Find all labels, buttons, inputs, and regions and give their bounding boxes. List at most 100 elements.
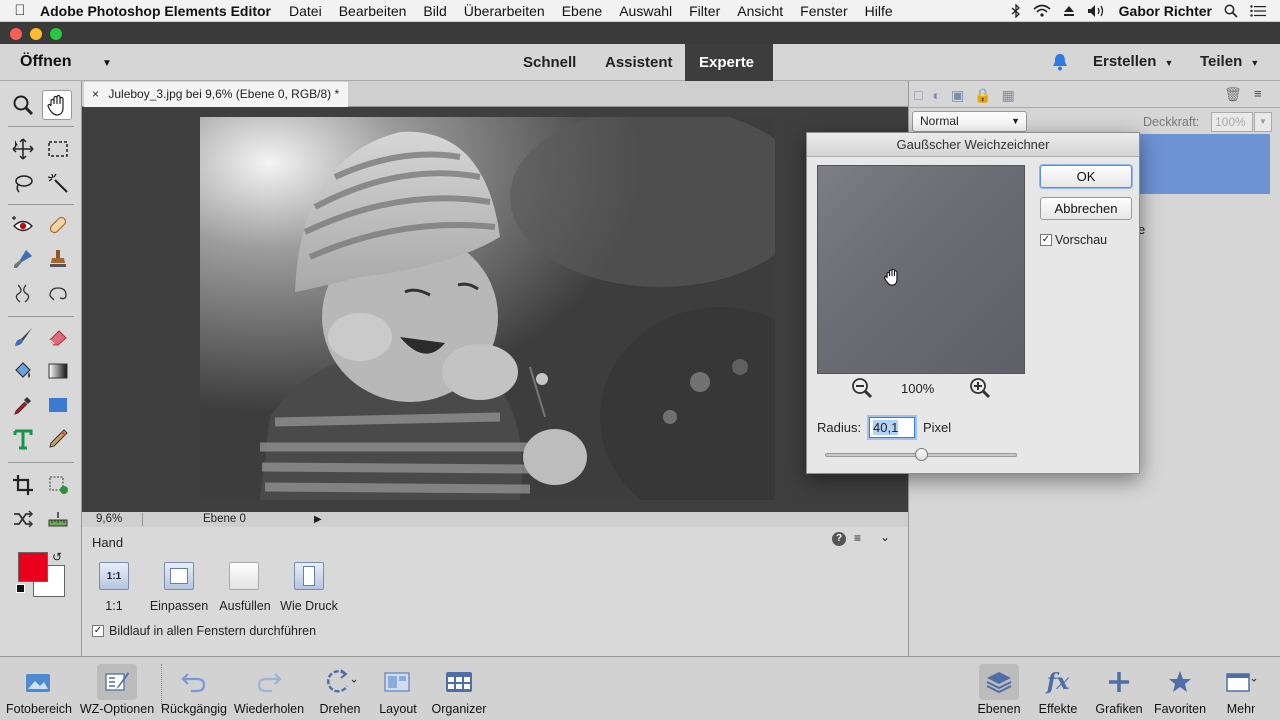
bluetooth-icon[interactable] xyxy=(1011,3,1021,18)
ok-button[interactable]: OK xyxy=(1040,165,1132,188)
new-layer-icon[interactable]: □ xyxy=(914,87,922,104)
fit-screen-button[interactable] xyxy=(164,562,194,590)
tab-schnell[interactable]: Schnell xyxy=(509,44,590,81)
hand-tool-icon[interactable] xyxy=(42,90,72,120)
zoom-tool-icon[interactable] xyxy=(8,90,38,120)
scroll-all-checkbox[interactable]: ✓ xyxy=(92,625,104,637)
menu-ansicht[interactable]: Ansicht xyxy=(737,3,783,19)
trash-icon[interactable]: 🗑 xyxy=(1224,86,1242,103)
zoom-readout[interactable]: 9,6% xyxy=(96,512,122,527)
gradient-tool-icon[interactable] xyxy=(43,356,73,386)
app-name[interactable]: Adobe Photoshop Elements Editor xyxy=(40,3,271,19)
eraser-tool-icon[interactable] xyxy=(43,322,73,352)
foreground-color-swatch[interactable] xyxy=(18,552,48,582)
preview-checkbox[interactable]: ✓ xyxy=(1040,234,1052,246)
swap-colors-icon[interactable]: ↺ xyxy=(52,550,62,564)
apple-icon[interactable]:  xyxy=(0,2,40,19)
blend-mode-select[interactable]: Normal ▼ xyxy=(912,111,1027,132)
lasso-tool-icon[interactable] xyxy=(8,168,38,198)
blur-preview[interactable] xyxy=(817,165,1025,374)
quick-selection-tool-icon[interactable] xyxy=(43,168,73,198)
effects-button[interactable]: fx Effekte xyxy=(1033,658,1083,716)
smart-brush-icon[interactable] xyxy=(8,244,38,274)
eyedropper-tool-icon[interactable] xyxy=(8,390,38,420)
print-size-button[interactable] xyxy=(294,562,324,590)
eject-icon[interactable] xyxy=(1063,5,1075,17)
layout-button[interactable]: Layout xyxy=(372,658,424,716)
document-tab[interactable]: × Juleboy_3.jpg bei 9,6% (Ebene 0, RGB/8… xyxy=(84,82,348,107)
red-eye-tool-icon[interactable] xyxy=(8,210,38,240)
layer-mask-icon[interactable]: ▣ xyxy=(951,87,964,104)
move-tool-icon[interactable] xyxy=(8,134,38,164)
pencil-tool-icon[interactable] xyxy=(43,424,73,454)
recompose-tool-icon[interactable] xyxy=(8,278,38,308)
menu-fenster[interactable]: Fenster xyxy=(800,3,847,19)
radius-input[interactable]: 40,1 xyxy=(869,417,915,438)
tab-assistent[interactable]: Assistent xyxy=(591,44,687,81)
status-arrow-icon[interactable]: ▶ xyxy=(314,512,322,527)
menu-datei[interactable]: Datei xyxy=(289,3,322,19)
tab-experte[interactable]: Experte xyxy=(685,44,773,81)
scroll-all-windows-option[interactable]: ✓ Bildlauf in allen Fenstern durchführen xyxy=(92,624,316,638)
shape-tool-icon[interactable] xyxy=(43,390,73,420)
clone-stamp-icon[interactable] xyxy=(43,244,73,274)
zoom-out-icon[interactable] xyxy=(851,377,873,399)
menu-auswahl[interactable]: Auswahl xyxy=(619,3,672,19)
close-window-button[interactable] xyxy=(10,28,22,40)
dialog-title[interactable]: Gaußscher Weichzeichner xyxy=(807,133,1139,157)
content-aware-move-icon[interactable] xyxy=(43,278,73,308)
crop-tool-icon[interactable] xyxy=(8,470,38,500)
opacity-dropdown-icon[interactable]: ▼ xyxy=(1254,112,1272,132)
wifi-icon[interactable] xyxy=(1033,4,1051,17)
layers-button[interactable]: Ebenen xyxy=(974,658,1024,716)
preview-option[interactable]: ✓ Vorschau xyxy=(1040,233,1107,247)
menu-ueberarbeiten[interactable]: Überarbeiten xyxy=(464,3,545,19)
layers-panel-menu-icon[interactable]: ≡ xyxy=(1254,86,1262,101)
panel-menu-icon[interactable]: ≡ xyxy=(854,531,861,545)
transform-tool-icon[interactable] xyxy=(43,470,73,500)
photo-image[interactable] xyxy=(200,117,775,500)
menu-hilfe[interactable]: Hilfe xyxy=(865,3,893,19)
redo-button[interactable]: Wiederholen xyxy=(232,658,306,716)
photo-bin-button[interactable]: Fotobereich xyxy=(4,658,74,716)
menu-ebene[interactable]: Ebene xyxy=(562,3,602,19)
rotate-button[interactable]: Drehen xyxy=(308,658,372,716)
more-button[interactable]: Mehr xyxy=(1216,658,1266,716)
share-button[interactable]: Teilen ▼ xyxy=(1200,53,1259,70)
notification-center-icon[interactable] xyxy=(1250,4,1266,17)
link-layers-icon[interactable]: ▦ xyxy=(1002,87,1015,104)
collapse-chevron-icon[interactable]: ⌄ xyxy=(880,530,890,544)
radius-slider-thumb[interactable] xyxy=(915,448,928,461)
minimize-window-button[interactable] xyxy=(30,28,42,40)
shuffle-tool-icon[interactable] xyxy=(8,504,38,534)
fill-screen-button[interactable] xyxy=(229,562,259,590)
marquee-tool-icon[interactable] xyxy=(43,134,73,164)
lock-icon[interactable]: 🔒 xyxy=(974,87,991,104)
actual-pixels-button[interactable]: 1:1 xyxy=(99,562,129,590)
close-tab-icon[interactable]: × xyxy=(92,87,99,101)
cancel-button[interactable]: Abbrechen xyxy=(1040,197,1132,220)
adjustment-layer-icon[interactable]: ◐ xyxy=(932,87,940,104)
graphics-button[interactable]: Grafiken xyxy=(1091,658,1147,716)
paint-bucket-icon[interactable] xyxy=(8,356,38,386)
brush-tool-icon[interactable] xyxy=(8,322,38,352)
user-name[interactable]: Gabor Richter xyxy=(1119,3,1212,19)
zoom-in-icon[interactable] xyxy=(969,377,991,399)
spotlight-icon[interactable] xyxy=(1224,4,1238,18)
straighten-tool-icon[interactable] xyxy=(43,504,73,534)
undo-button[interactable]: Rückgängig xyxy=(158,658,230,716)
help-icon[interactable]: ? xyxy=(832,532,846,546)
tool-options-button[interactable]: WZ-Optionen xyxy=(76,658,158,716)
volume-icon[interactable] xyxy=(1087,4,1107,18)
organizer-button[interactable]: Organizer xyxy=(426,658,492,716)
default-colors-icon[interactable] xyxy=(16,584,25,593)
menu-bild[interactable]: Bild xyxy=(423,3,446,19)
spot-healing-brush-icon[interactable] xyxy=(43,210,73,240)
zoom-window-button[interactable] xyxy=(50,28,62,40)
create-button[interactable]: Erstellen ▼ xyxy=(1093,53,1173,70)
favorites-button[interactable]: Favoriten xyxy=(1150,658,1210,716)
menu-filter[interactable]: Filter xyxy=(689,3,720,19)
open-button[interactable]: Öffnen ▼ xyxy=(20,53,112,71)
menu-bearbeiten[interactable]: Bearbeiten xyxy=(339,3,407,19)
notification-bell-icon[interactable] xyxy=(1051,52,1069,72)
